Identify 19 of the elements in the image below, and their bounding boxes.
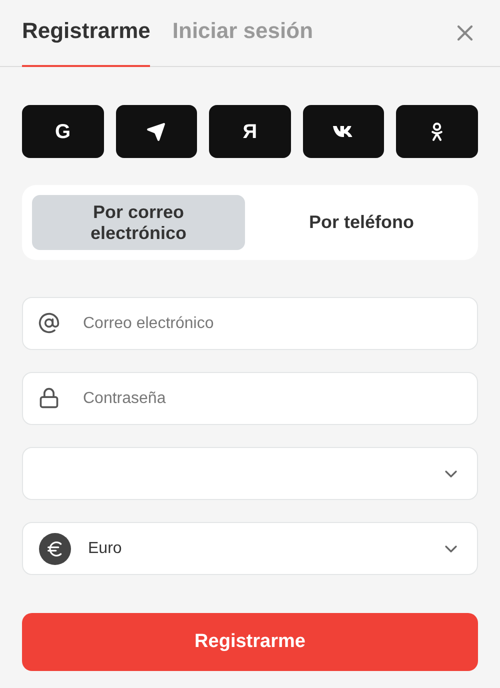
vk-logo-icon bbox=[332, 125, 355, 138]
euro-icon bbox=[39, 532, 71, 564]
register-button[interactable]: Registrarme bbox=[22, 613, 478, 671]
currency-dropdown[interactable]: Euro bbox=[22, 522, 478, 575]
paper-plane-icon bbox=[146, 122, 166, 142]
padlock-icon bbox=[38, 387, 60, 409]
social-login-button[interactable] bbox=[396, 105, 478, 158]
social-login-button[interactable] bbox=[116, 105, 198, 158]
tab[interactable]: Registrarme bbox=[22, 0, 150, 67]
at-sign-icon bbox=[38, 312, 60, 334]
social-login-button[interactable]: Я bbox=[209, 105, 291, 158]
input-field[interactable]: Correo electrónico bbox=[22, 297, 478, 350]
dropdown-field[interactable] bbox=[22, 447, 478, 500]
person-logo-icon bbox=[430, 122, 444, 142]
input-field[interactable]: Contraseña bbox=[22, 372, 478, 425]
social-login-button[interactable] bbox=[302, 105, 384, 158]
segment-tab[interactable]: Por correo electrónico bbox=[32, 195, 245, 250]
segment-tab[interactable]: Por teléfono bbox=[255, 195, 468, 250]
social-login-button[interactable]: G bbox=[22, 105, 104, 158]
